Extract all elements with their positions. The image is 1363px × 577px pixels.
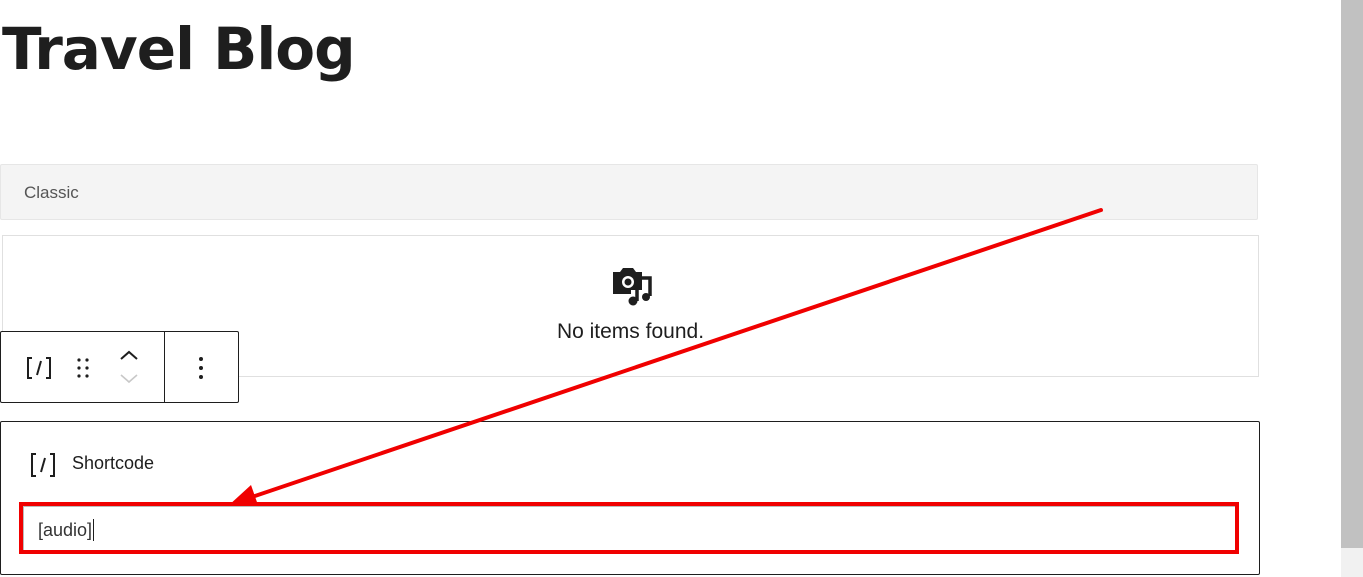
move-down-button[interactable] [113, 368, 145, 390]
shortcode-icon [31, 453, 55, 477]
shortcode-block-label: Shortcode [72, 453, 155, 473]
page-title[interactable]: Travel Blog [2, 20, 356, 78]
shortcode-input-value: [audio] [38, 520, 93, 540]
move-up-button[interactable] [113, 344, 145, 366]
block-type-button[interactable] [17, 350, 61, 386]
shortcode-input[interactable]: [audio] [23, 506, 1237, 552]
scrollbar-thumb[interactable] [1341, 0, 1363, 548]
camera-music-icon [613, 268, 652, 306]
block-toolbar [0, 331, 239, 403]
shortcode-icon [27, 357, 51, 379]
drag-handle-button[interactable] [65, 350, 101, 386]
text-caret [93, 519, 95, 541]
classic-block-label: Classic [24, 183, 79, 202]
toolbar-separator [164, 332, 165, 402]
drag-handle-icon [77, 358, 89, 378]
chevron-down-icon [120, 374, 138, 384]
more-vertical-icon [199, 357, 203, 379]
more-options-button[interactable] [181, 350, 221, 386]
shortcode-block[interactable]: Shortcode [audio] [0, 421, 1260, 575]
classic-block[interactable]: Classic [0, 164, 1258, 220]
chevron-up-icon [120, 350, 138, 360]
